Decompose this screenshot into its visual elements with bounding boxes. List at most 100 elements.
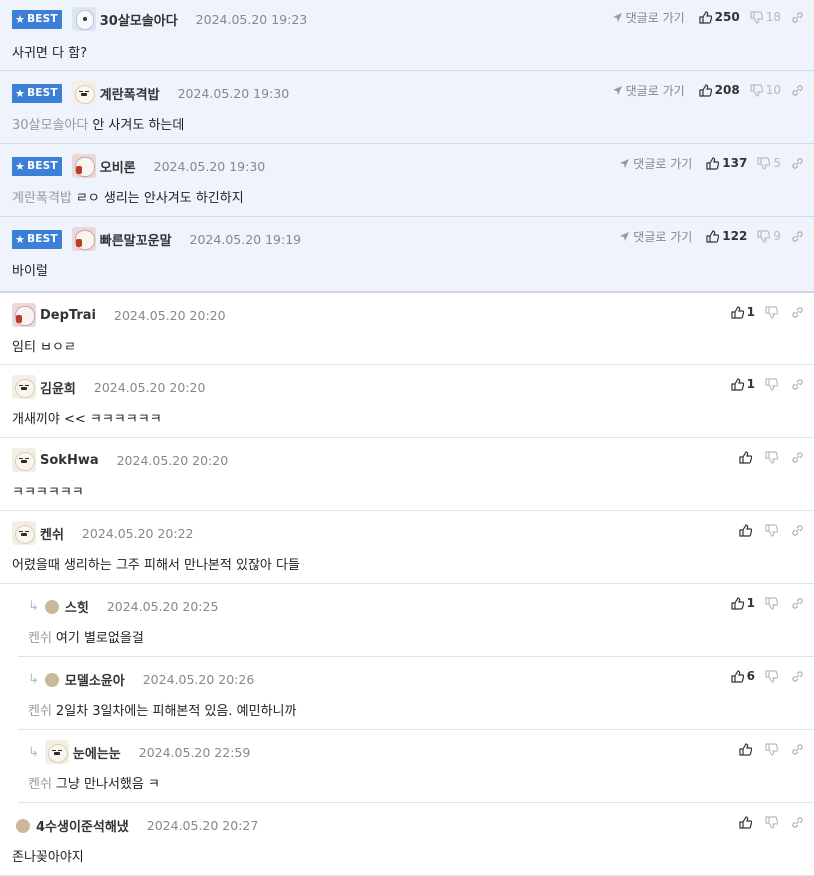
thumbs-down-icon [757,156,771,170]
downvote-button[interactable] [765,305,781,319]
downvote-button[interactable]: 18 [750,10,781,24]
thumbs-up-icon [731,377,744,391]
comment-content: 안 사겨도 하는데 [92,118,185,133]
nickname[interactable]: 30살모솔아다 [100,10,178,29]
upvote-button[interactable]: 250 [699,10,740,24]
avatar[interactable] [16,818,30,833]
link-button[interactable] [791,743,804,756]
upvote-button[interactable]: 1 [731,596,755,610]
comment-actions: 댓글로 가기 208 10 [612,80,804,100]
upvote-count: 6 [746,669,755,683]
best-badge: ★ BEST [12,156,62,176]
link-button[interactable] [791,306,804,319]
comment-actions [739,739,804,759]
goto-comment-link[interactable]: 댓글로 가기 [619,228,692,245]
best-badge-label: BEST [27,87,58,99]
goto-label: 댓글로 가기 [633,229,693,244]
downvote-button[interactable]: 5 [757,156,781,170]
nickname[interactable]: 스힛 [65,597,89,616]
nickname[interactable]: SokHwa [40,453,99,468]
nickname[interactable]: DepTrai [40,308,96,323]
reply-arrow-icon: ↳ [28,671,39,687]
downvote-button[interactable]: 10 [750,83,781,97]
link-button[interactable] [791,670,804,683]
thumbs-up-icon [739,742,752,756]
link-icon [792,306,803,318]
link-button[interactable] [791,157,804,170]
link-button[interactable] [791,451,804,464]
nickname[interactable]: 켄쉬 [40,524,64,543]
mention[interactable]: 계란폭격밥 [12,191,72,206]
comment-header: DepTrai 2024.05.20 20:20 [12,303,226,327]
avatar[interactable] [12,448,36,472]
avatar[interactable] [71,81,96,105]
thumbs-down-icon [757,229,771,243]
link-button[interactable] [791,597,804,610]
mention[interactable]: 켄쉬 [28,777,52,792]
avatar[interactable] [12,375,36,399]
upvote-button[interactable]: 6 [731,669,755,683]
downvote-button[interactable] [765,450,781,464]
downvote-button[interactable]: 9 [757,229,781,243]
nickname[interactable]: 4수생이준석해냈 [36,816,129,835]
comment-date: 2024.05.20 20:20 [116,452,229,468]
nickname[interactable]: 김윤희 [40,378,76,397]
downvote-button[interactable] [765,377,781,391]
comment-date: 2024.05.20 22:59 [138,744,251,760]
nickname[interactable]: 오비론 [100,157,136,176]
mention[interactable]: 켄쉬 [28,704,52,719]
upvote-button[interactable]: 137 [706,156,747,170]
upvote-button[interactable]: 122 [706,229,747,243]
arrow-icon [612,85,622,95]
mention[interactable]: 30살모솔아다 [12,118,88,133]
upvote-button[interactable] [739,523,755,537]
link-button[interactable] [791,84,804,97]
link-button[interactable] [791,816,804,829]
upvote-button[interactable]: 208 [699,83,740,97]
upvote-button[interactable] [739,815,755,829]
nickname[interactable]: 눈에는눈 [73,743,121,762]
link-icon [792,670,803,682]
upvote-button[interactable] [739,450,755,464]
avatar[interactable] [44,740,69,764]
downvote-button[interactable] [765,523,781,537]
avatar[interactable] [71,7,96,31]
comment-header: 켄쉬 2024.05.20 20:22 [12,521,194,545]
avatar[interactable] [44,672,59,687]
avatar[interactable] [71,154,96,178]
goto-comment-link[interactable]: 댓글로 가기 [612,9,685,26]
comment-date: 2024.05.20 19:19 [189,231,302,247]
mention[interactable]: 켄쉬 [28,631,52,646]
comment-actions: 댓글로 가기 137 5 [619,153,804,173]
upvote-button[interactable]: 1 [731,305,755,319]
best-badge-label: BEST [27,13,58,25]
downvote-count: 10 [765,83,781,97]
best-badge-label: BEST [27,160,58,172]
goto-comment-link[interactable]: 댓글로 가기 [619,155,692,172]
avatar[interactable] [44,599,59,614]
thumbs-down-icon [765,815,778,829]
avatar[interactable] [12,303,36,327]
goto-comment-link[interactable]: 댓글로 가기 [612,82,685,99]
comment-content: 사귀면 다 함? [12,46,87,61]
nickname[interactable]: 빠른말꼬운말 [100,230,172,249]
nickname[interactable]: 계란폭격밥 [100,84,160,103]
link-button[interactable] [791,11,804,24]
avatar[interactable] [71,227,96,251]
nickname[interactable]: 모델소윤아 [65,670,125,689]
link-button[interactable] [791,230,804,243]
downvote-button[interactable] [765,815,781,829]
comment-header: ↳ 모델소윤아 2024.05.20 20:26 [28,669,254,689]
avatar[interactable] [12,521,36,545]
downvote-button[interactable] [765,596,781,610]
goto-label: 댓글로 가기 [633,156,693,171]
upvote-button[interactable]: 1 [731,377,755,391]
link-button[interactable] [791,378,804,391]
upvote-button[interactable] [739,742,755,756]
thumbs-up-icon [739,450,752,464]
downvote-button[interactable] [765,669,781,683]
comment-date: 2024.05.20 20:27 [146,817,259,833]
thumbs-down-icon [765,377,778,391]
link-button[interactable] [791,524,804,537]
downvote-button[interactable] [765,742,781,756]
